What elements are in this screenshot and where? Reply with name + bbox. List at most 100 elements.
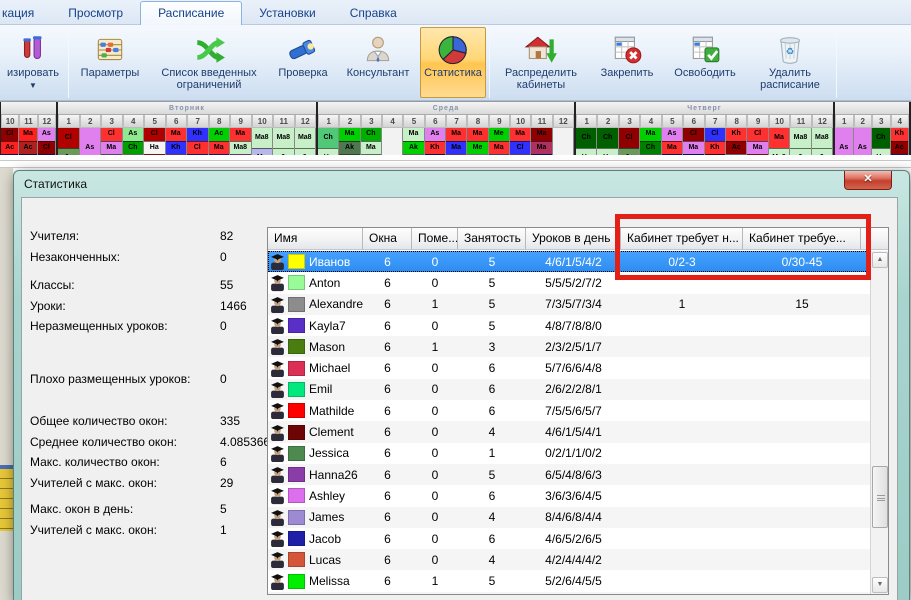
lesson-segment[interactable]: As (123, 128, 144, 141)
lesson-segment[interactable]: Kh (726, 128, 746, 141)
period-number[interactable]: 9 (489, 115, 510, 128)
lesson-segment[interactable]: As (38, 128, 55, 141)
column-header-6[interactable]: Кабинет требует н... (621, 228, 743, 249)
lesson-segment[interactable]: Me (467, 141, 487, 155)
table-row-Mathilde[interactable]: Mathilde6067/5/5/6/5/7 (268, 400, 870, 421)
table-row-Kayla7[interactable]: Kayla76054/8/7/8/8/0 (268, 315, 870, 336)
period-number[interactable]: 1 (318, 115, 339, 128)
lesson-segment[interactable]: Kh (705, 141, 725, 155)
column-header-1[interactable]: Имя (268, 228, 363, 249)
period-number[interactable]: 11 (273, 115, 295, 128)
tab-кация[interactable]: кация (0, 2, 51, 24)
dropdown-arrow-icon[interactable]: ▼ (29, 80, 37, 92)
column-header-5[interactable]: Уроков в день (526, 228, 621, 249)
lesson-segment[interactable]: Me (489, 128, 509, 141)
lesson-segment[interactable]: Cl (187, 141, 208, 155)
period-number[interactable]: 12 (812, 115, 833, 128)
column-header-4[interactable]: Занятость (458, 228, 526, 249)
lesson-segment[interactable]: Ac (1, 141, 18, 155)
lesson-segment[interactable]: Ma (531, 141, 551, 155)
lesson-segment[interactable]: Ma8 (790, 128, 810, 148)
period-number[interactable]: 12 (295, 115, 317, 128)
scroll-down-button[interactable]: ▼ (872, 577, 888, 593)
lesson-segment[interactable]: Cl (705, 128, 725, 141)
period-number[interactable]: 12 (553, 115, 574, 128)
lesson-segment[interactable]: Ma (446, 128, 466, 141)
lesson-segment[interactable]: Ac (209, 128, 230, 141)
period-number[interactable]: 4 (891, 115, 910, 128)
table-header-row[interactable]: ИмяОкнаПоме...ЗанятостьУроков в деньКаби… (268, 228, 888, 250)
ribbon-button-shuffle[interactable]: Список введенных ограничений (150, 27, 268, 98)
period-number[interactable]: 4 (640, 115, 661, 128)
lesson-segment[interactable]: Ma8 (273, 128, 294, 148)
lesson-segment[interactable]: Cl (38, 141, 55, 155)
lesson-segment[interactable]: Ch (872, 128, 890, 148)
period-number[interactable]: 5 (662, 115, 683, 128)
lesson-segment[interactable]: Cl (619, 128, 639, 148)
scroll-up-button[interactable]: ▲ (872, 252, 888, 268)
tab-Расписание[interactable]: Расписание (140, 1, 242, 25)
column-header-7[interactable]: Кабинет требуе... (743, 228, 861, 249)
ribbon-button-house[interactable]: Распределить кабинеты (493, 27, 589, 98)
period-number[interactable]: 10 (252, 115, 274, 128)
table-row-Hanna26[interactable]: Hanna266056/5/4/8/6/3 (268, 464, 870, 485)
period-number[interactable]: 3 (101, 115, 123, 128)
tab-Справка[interactable]: Справка (333, 2, 414, 24)
period-number[interactable]: 8 (467, 115, 488, 128)
lesson-segment[interactable]: Ma8 (252, 128, 273, 148)
lesson-segment[interactable]: Ha (144, 141, 165, 155)
ribbon-button-table-x[interactable]: Закрепить (591, 27, 663, 98)
table-row-Emil[interactable]: Emil6062/6/2/2/8/1 (268, 379, 870, 400)
period-number[interactable]: 6 (166, 115, 188, 128)
period-number[interactable]: 9 (230, 115, 252, 128)
lesson-segment[interactable]: Cl (144, 128, 165, 141)
period-number[interactable]: 1 (58, 115, 80, 128)
period-number[interactable]: 6 (425, 115, 446, 128)
lesson-segment[interactable]: Ma (769, 128, 789, 148)
period-number[interactable]: 11 (19, 115, 37, 128)
lesson-segment[interactable]: Ch (597, 128, 617, 148)
lesson-segment[interactable]: As (662, 128, 682, 141)
vertical-scrollbar[interactable]: ▲ ▼ (870, 251, 888, 594)
lesson-segment[interactable]: Cl (58, 128, 79, 148)
period-number[interactable]: 7 (446, 115, 467, 128)
table-row-Anton[interactable]: Anton6055/5/5/2/7/2 (268, 272, 870, 293)
period-number[interactable]: 1 (835, 115, 854, 128)
ribbon-button-abacus[interactable]: Параметры (72, 27, 148, 98)
lesson-segment[interactable]: Ak (403, 141, 423, 155)
lesson-segment[interactable]: Ma (361, 141, 381, 155)
period-number[interactable]: 2 (80, 115, 102, 128)
table-row-James[interactable]: James6048/4/6/8/4/4 (268, 507, 870, 528)
period-number[interactable]: 11 (790, 115, 811, 128)
dialog-titlebar[interactable]: Статистика ✕ (14, 171, 909, 197)
column-header-3[interactable]: Поме... (412, 228, 458, 249)
lesson-segment[interactable]: Ma (339, 128, 359, 141)
period-number[interactable]: 10 (769, 115, 790, 128)
period-number[interactable]: 2 (854, 115, 873, 128)
table-row-Jacob[interactable]: Jacob6064/6/5/2/6/5 (268, 528, 870, 549)
period-number[interactable]: 4 (123, 115, 145, 128)
table-row-Clement[interactable]: Clement6044/6/1/5/4/1 (268, 421, 870, 442)
ribbon-button-pie-chart[interactable]: Статистика (420, 27, 486, 98)
column-header-2[interactable]: Окна (363, 228, 412, 249)
ribbon-button-trash[interactable]: ♻Удалить расписание (747, 27, 833, 98)
lesson-segment[interactable]: Cl (1, 128, 18, 141)
lesson-segment[interactable]: Ma8 (295, 128, 316, 148)
lesson-segment[interactable]: Ch (640, 141, 660, 155)
lesson-segment[interactable]: Ma (662, 141, 682, 155)
ribbon-button-flasks[interactable]: изировать▼ (1, 27, 65, 98)
lesson-segment[interactable]: Ma8 (230, 141, 251, 155)
tab-Просмотр[interactable]: Просмотр (51, 2, 140, 24)
period-number[interactable]: 10 (510, 115, 531, 128)
lesson-segment[interactable]: Ma (19, 128, 36, 141)
period-number[interactable]: 3 (361, 115, 382, 128)
lesson-segment[interactable]: Ma (683, 141, 703, 155)
lesson-segment[interactable]: Cl (683, 128, 703, 141)
period-number[interactable]: 10 (1, 115, 19, 128)
lesson-segment[interactable]: Kh (891, 128, 909, 141)
lesson-segment[interactable]: Ma (101, 141, 122, 155)
lesson-segment[interactable]: Ac (891, 141, 909, 155)
period-number[interactable]: 8 (726, 115, 747, 128)
table-row-Mason[interactable]: Mason6132/3/2/5/1/7 (268, 336, 870, 357)
table-row-Alexandre[interactable]: Alexandre6157/3/5/7/3/4115 (268, 294, 870, 315)
